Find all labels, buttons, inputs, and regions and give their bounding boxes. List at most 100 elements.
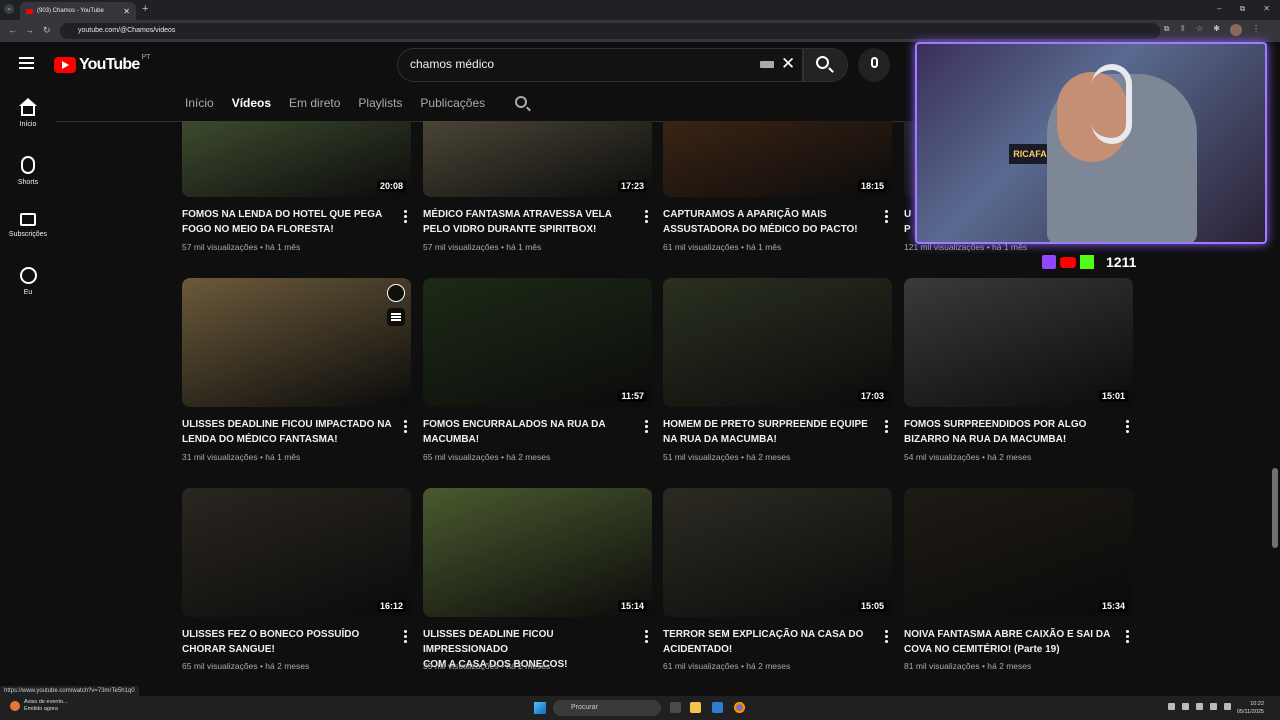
logo-text: YouTube: [79, 56, 140, 73]
tray-app-icon[interactable]: [1196, 703, 1203, 710]
more-actions-icon[interactable]: [885, 210, 888, 225]
tab-home[interactable]: Início: [185, 96, 214, 110]
video-card[interactable]: ULISSES DEADLINE FICOU IMPACTADO NA LENDA…: [182, 278, 411, 462]
taskbar-search-input[interactable]: Procurar: [553, 700, 661, 716]
browser-tab[interactable]: (903) Chamos - YouTube ✕: [20, 2, 136, 20]
video-title-line: PELO VIDRO DURANTE SPIRITBOX!: [423, 224, 597, 235]
video-thumbnail[interactable]: 16:12: [182, 488, 411, 617]
hamburger-menu-icon[interactable]: [19, 57, 34, 72]
task-view-icon[interactable]: [670, 702, 681, 713]
keyboard-icon[interactable]: [760, 61, 774, 68]
video-card[interactable]: 11:57 FOMOS ENCURRALADOS NA RUA DA MACUMBA…: [423, 278, 652, 462]
video-card[interactable]: 15:01 FOMOS SURPREENDIDOS POR ALGO BIZARRO…: [904, 278, 1133, 462]
video-card[interactable]: 16:12 ULISSES FEZ O BONECO POSSUÍDO CHORAR…: [182, 488, 411, 671]
store-icon[interactable]: [712, 702, 723, 713]
clear-search-icon[interactable]: ✕: [781, 54, 795, 74]
search-icon[interactable]: [816, 56, 829, 69]
more-actions-icon[interactable]: [885, 420, 888, 435]
video-thumbnail[interactable]: 11:57: [423, 278, 652, 407]
microphone-icon[interactable]: [871, 57, 878, 68]
sidebar-item-home[interactable]: Início: [0, 98, 56, 128]
youtube-logo[interactable]: YouTube PT: [54, 54, 150, 74]
back-arrow-icon[interactable]: ←: [8, 25, 17, 35]
more-actions-icon[interactable]: [645, 210, 648, 225]
more-actions-icon[interactable]: [404, 630, 407, 645]
video-thumbnail[interactable]: 20:08: [182, 121, 411, 197]
video-thumbnail[interactable]: 17:03: [663, 278, 892, 407]
address-bar[interactable]: youtube.com/@Chamos/videos: [60, 23, 1160, 39]
tray-chevron-icon[interactable]: [1168, 703, 1175, 710]
video-thumbnail[interactable]: 15:01: [904, 278, 1133, 407]
video-card[interactable]: 17:03 HOMEM DE PRETO SURPREENDE EQUIPE NA …: [663, 278, 892, 462]
sidebar-item-subscriptions[interactable]: Subscrições: [0, 210, 56, 238]
video-title[interactable]: HOMEM DE PRETO SURPREENDE EQUIPE NA RUA D…: [663, 417, 873, 447]
video-title[interactable]: NOIVA FANTASMA ABRE CAIXÃO E SAI DA COVA …: [904, 627, 1114, 657]
install-app-icon[interactable]: ⧉: [1164, 24, 1170, 36]
forward-arrow-icon[interactable]: →: [25, 25, 34, 35]
file-explorer-icon[interactable]: [690, 702, 701, 713]
video-title[interactable]: FOMOS ENCURRALADOS NA RUA DA MACUMBA!: [423, 417, 633, 447]
more-actions-icon[interactable]: [645, 630, 648, 645]
new-tab-button[interactable]: +: [142, 3, 148, 15]
sidebar-item-shorts[interactable]: Shorts: [0, 156, 56, 186]
tray-app-icon[interactable]: [1182, 703, 1189, 710]
close-window-button[interactable]: ✕: [1263, 4, 1270, 14]
video-title[interactable]: TERROR SEM EXPLICAÇÃO NA CASA DO ACIDENTA…: [663, 627, 873, 657]
video-card[interactable]: 17:23 MÉDICO FANTASMA ATRAVESSA VELA PELO …: [423, 121, 652, 252]
page-scrollbar-thumb[interactable]: [1272, 468, 1278, 548]
sidebar-item-you[interactable]: Eu: [0, 267, 56, 296]
video-thumbnail[interactable]: 15:34: [904, 488, 1133, 617]
video-title[interactable]: FOMOS NA LENDA DO HOTEL QUE PEGA FOGO NO …: [182, 207, 392, 237]
channel-search-icon[interactable]: [515, 96, 527, 108]
browser-menu-icon[interactable]: ⋮: [1252, 24, 1260, 36]
video-title[interactable]: MÉDICO FANTASMA ATRAVESSA VELA PELO VIDRO…: [423, 207, 633, 237]
video-card[interactable]: 15:05 TERROR SEM EXPLICAÇÃO NA CASA DO ACI…: [663, 488, 892, 671]
taskbar-notification[interactable]: Aviso de evento... Emitido agora: [10, 699, 68, 713]
video-thumbnail[interactable]: 17:23: [423, 121, 652, 197]
video-title[interactable]: ULISSES DEADLINE FICOU IMPACTADO NA LENDA…: [182, 417, 392, 447]
tab-live[interactable]: Em direto: [289, 96, 340, 110]
more-actions-icon[interactable]: [1126, 630, 1129, 645]
extensions-icon[interactable]: ✱: [1213, 24, 1220, 36]
more-actions-icon[interactable]: [404, 420, 407, 435]
notification-text: Aviso de evento... Emitido agora: [24, 699, 68, 713]
video-card[interactable]: 18:15 CAPTURAMOS A APARIÇÃO MAIS ASSUSTADO…: [663, 121, 892, 252]
tab-posts[interactable]: Publicações: [420, 96, 485, 110]
video-title-line: ACIDENTADO!: [663, 644, 733, 655]
taskbar-clock[interactable]: 10:22 05/11/2025: [1237, 700, 1264, 716]
share-icon[interactable]: ⇪: [1179, 24, 1186, 36]
minimize-button[interactable]: –: [1217, 4, 1221, 14]
video-meta: 57 mil visualizações • há 1 mês: [182, 242, 300, 252]
tab-playlists[interactable]: Playlists: [358, 96, 402, 110]
maximize-button[interactable]: ⧉: [1240, 4, 1246, 14]
chrome-icon[interactable]: [734, 702, 745, 713]
video-title-line: CAPTURAMOS A APARIÇÃO MAIS: [663, 209, 827, 220]
tab-search-menu[interactable]: ⌄: [4, 4, 14, 14]
notification-line2: Emitido agora: [24, 706, 58, 712]
volume-icon[interactable]: [1224, 703, 1231, 710]
network-icon[interactable]: [1210, 703, 1217, 710]
tab-close-icon[interactable]: ✕: [123, 7, 130, 16]
video-title[interactable]: CAPTURAMOS A APARIÇÃO MAIS ASSUSTADORA DO…: [663, 207, 873, 237]
video-title[interactable]: FOMOS SURPREENDIDOS POR ALGO BIZARRO NA R…: [904, 417, 1114, 447]
search-input[interactable]: chamos médico: [410, 57, 494, 71]
more-actions-icon[interactable]: [1126, 420, 1129, 435]
video-card[interactable]: 20:08 FOMOS NA LENDA DO HOTEL QUE PEGA FOG…: [182, 121, 411, 252]
bookmark-star-icon[interactable]: ☆: [1196, 24, 1203, 36]
add-to-queue-icon[interactable]: [387, 308, 405, 326]
watch-later-icon[interactable]: [387, 284, 405, 302]
more-actions-icon[interactable]: [404, 210, 407, 225]
windows-start-icon[interactable]: [534, 702, 546, 714]
more-actions-icon[interactable]: [645, 420, 648, 435]
video-thumbnail[interactable]: [182, 278, 411, 407]
tab-videos[interactable]: Vídeos: [232, 96, 271, 110]
video-title[interactable]: ULISSES FEZ O BONECO POSSUÍDO CHORAR SANG…: [182, 627, 392, 657]
video-thumbnail[interactable]: 18:15: [663, 121, 892, 197]
video-thumbnail[interactable]: 15:05: [663, 488, 892, 617]
video-card[interactable]: 15:34 NOIVA FANTASMA ABRE CAIXÃO E SAI DA…: [904, 488, 1133, 671]
video-thumbnail[interactable]: 15:14: [423, 488, 652, 617]
video-card[interactable]: 15:14 ULISSES DEADLINE FICOU IMPRESSIONAD…: [423, 488, 652, 671]
more-actions-icon[interactable]: [885, 630, 888, 645]
reload-icon[interactable]: ↻: [43, 25, 51, 36]
profile-avatar[interactable]: [1230, 24, 1242, 36]
